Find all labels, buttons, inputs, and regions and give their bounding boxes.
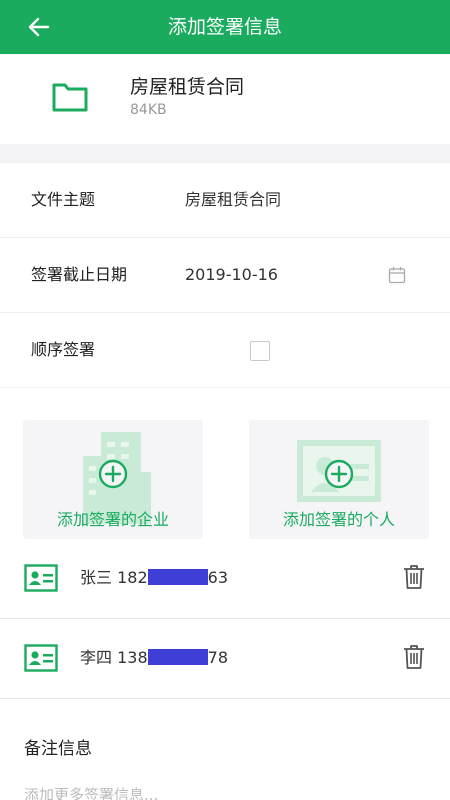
signer-item[interactable]: 张三 182 63 [0,539,450,619]
signer-name: 张三 182 63 [80,568,228,587]
sequential-label: 顺序签署 [31,340,96,359]
deadline-value[interactable]: 2019-10-16 [185,238,278,312]
sequential-checkbox[interactable] [250,341,270,361]
deadline-row[interactable]: 签署截止日期 2019-10-16 [0,238,450,313]
subject-label: 文件主题 [31,190,96,209]
sequential-row: 顺序签署 [0,313,450,388]
add-person-button[interactable]: 添加签署的个人 [249,420,429,539]
add-company-label: 添加签署的企业 [56,510,169,529]
add-person-label: 添加签署的个人 [282,510,395,529]
id-card-icon [24,564,58,592]
signer-item[interactable]: 李四 138 78 [0,619,450,699]
redaction-mask [147,649,208,665]
signer-name: 李四 138 78 [80,648,228,667]
subject-value[interactable]: 房屋租赁合同 [185,163,281,237]
id-card-icon [24,644,58,672]
deadline-label: 签署截止日期 [31,265,128,284]
app-header: 添加签署信息 [0,0,450,54]
file-name: 房屋租赁合同 [130,76,245,98]
file-card: 房屋租赁合同 84KB [0,54,450,144]
add-company-button[interactable]: 添加签署的企业 [23,420,203,539]
calendar-icon[interactable] [388,266,406,284]
trash-icon[interactable] [403,564,425,590]
trash-icon[interactable] [403,644,425,670]
folder-icon [52,83,88,112]
page-title: 添加签署信息 [167,16,282,38]
notes-title: 备注信息 [24,739,92,759]
notes-input[interactable] [24,782,424,800]
section-divider [0,144,450,163]
subject-row[interactable]: 文件主题 房屋租赁合同 [0,163,450,238]
redaction-mask [147,569,208,585]
file-size: 84KB [130,102,167,118]
